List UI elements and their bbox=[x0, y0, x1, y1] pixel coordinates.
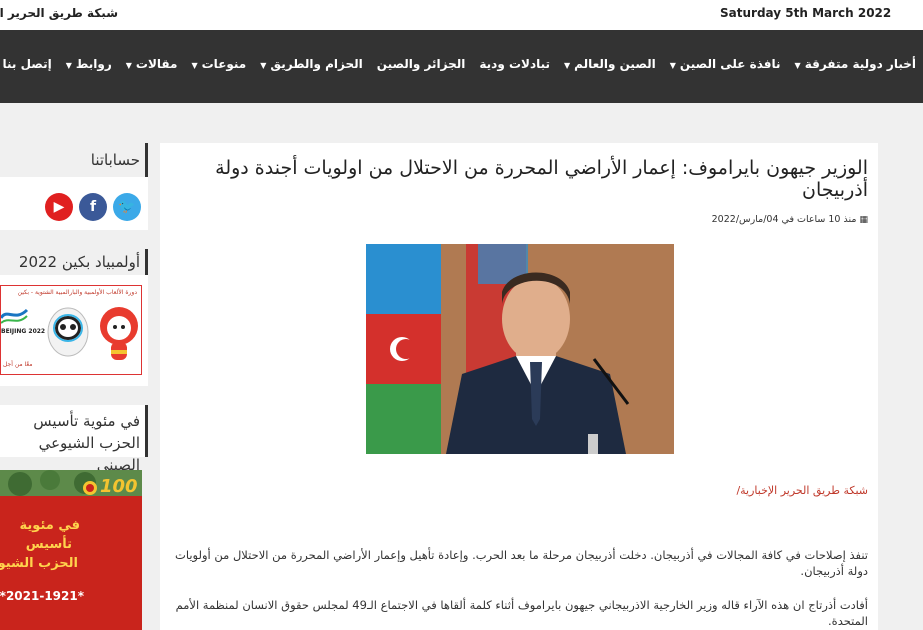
cpc-banner-line3: الحزب الشيوعي الصيني bbox=[0, 556, 78, 571]
bing-dwen-dwen-mascot-icon bbox=[47, 307, 89, 357]
twitter-icon[interactable]: 🐦 bbox=[113, 193, 141, 221]
article-paragraph: تنفذ إصلاحات في كافة المجالات في أذربيجا… bbox=[175, 548, 868, 578]
nav-item-label: الحزام والطريق bbox=[270, 57, 363, 71]
nav-item-label: الصين والعالم bbox=[574, 57, 656, 71]
youtube-icon[interactable]: ▶ bbox=[45, 193, 73, 221]
sidebar-cpc-title: في مئوية تأسيس الحزب الشيوعي الصيني bbox=[0, 405, 148, 474]
caret-down-icon: ▼ bbox=[564, 61, 571, 70]
caret-down-icon: ▼ bbox=[669, 61, 676, 70]
cpc-banner-line2: تأسيس bbox=[25, 537, 72, 552]
nav-item[interactable]: الجزائر والصين bbox=[370, 57, 473, 71]
nav-item-label: الجزائر والصين bbox=[376, 57, 466, 71]
nav-item-label: إتصل بنا bbox=[2, 57, 52, 71]
caret-down-icon: ▼ bbox=[65, 61, 72, 70]
nav-item[interactable]: تبادلات ودية bbox=[472, 57, 557, 71]
olympics-banner-footer: معًا من أجل bbox=[3, 361, 33, 368]
main-nav: أخبار دولية متفرقة▼ نافذة على الصين▼ الصين… bbox=[0, 30, 923, 103]
olympics-banner[interactable]: دورة الألعاب الأولمبية والبارالمبية الشت… bbox=[0, 285, 142, 375]
nav-items: أخبار دولية متفرقة▼ نافذة على الصين▼ الصين… bbox=[0, 57, 923, 71]
sidebar-accounts-title: حساباتنا bbox=[0, 143, 148, 177]
nav-item[interactable]: منوعات▼ bbox=[184, 57, 253, 71]
caret-down-icon: ▼ bbox=[794, 61, 801, 70]
article-source: شبكة طريق الحرير الإخبارية/ bbox=[736, 484, 868, 497]
facebook-icon[interactable]: f bbox=[79, 193, 107, 221]
nav-item[interactable]: إتصل بنا bbox=[0, 57, 59, 71]
nav-item[interactable]: الصين والعالم▼ bbox=[557, 57, 663, 71]
calendar-icon: ▦ bbox=[859, 215, 868, 225]
centenary-badge: 100 bbox=[100, 476, 138, 497]
sidebar-accounts: حساباتنا 🐦 f ▶ bbox=[0, 143, 148, 230]
nav-item-label: أخبار دولية متفرقة bbox=[804, 57, 916, 71]
olympics-banner-heading: دورة الألعاب الأولمبية والبارالمبية الشت… bbox=[17, 289, 137, 296]
nav-item[interactable]: مقالات▼ bbox=[119, 57, 185, 71]
article-panel: الوزير جيهون بايراموف: إعمار الأراضي الم… bbox=[160, 143, 878, 630]
shuey-rhon-rhon-mascot-icon bbox=[100, 307, 138, 360]
cpc-banner-line1: في مئوية bbox=[19, 518, 80, 533]
caret-down-icon: ▼ bbox=[125, 61, 132, 70]
nav-item-label: تبادلات ودية bbox=[479, 57, 551, 71]
nav-item-label: نافذة على الصين bbox=[679, 57, 781, 71]
sidebar-olympics-title: أولمبياد بكين 2022 bbox=[0, 249, 148, 275]
header-date: Saturday 5th March 2022 bbox=[720, 6, 892, 20]
social-links: 🐦 f ▶ bbox=[45, 193, 141, 221]
sidebar-cpc: في مئوية تأسيس الحزب الشيوعي الصيني 100 … bbox=[0, 405, 148, 630]
olympics-logo-text: BEIJING 2022 bbox=[1, 328, 46, 335]
nav-item-label: روابط bbox=[75, 57, 112, 71]
top-bar: Saturday 5th March 2022 شبكة طريق الحرير… bbox=[0, 0, 923, 30]
article-title[interactable]: الوزير جيهون بايراموف: إعمار الأراضي الم… bbox=[208, 157, 868, 201]
party-emblem-icon bbox=[83, 481, 97, 495]
nav-item[interactable]: روابط▼ bbox=[59, 57, 119, 71]
beijing-logo-icon bbox=[1, 308, 29, 324]
cpc-banner[interactable]: 100 في مئوية تأسيس الحزب الشيوعي الصيني … bbox=[0, 470, 142, 630]
sidebar-olympics: أولمبياد بكين 2022 دورة الألعاب الأولمبي… bbox=[0, 249, 148, 386]
caret-down-icon: ▼ bbox=[191, 61, 198, 70]
nav-item[interactable]: نافذة على الصين▼ bbox=[663, 57, 788, 71]
nav-item[interactable]: الحزام والطريق▼ bbox=[253, 57, 370, 71]
article-paragraph: أفادت أذرتاج ان هذه الآراء قاله وزير الخ… bbox=[175, 598, 868, 628]
minister-portrait-image bbox=[366, 244, 674, 454]
nav-item[interactable]: أخبار دولية متفرقة▼ bbox=[788, 57, 923, 71]
site-name[interactable]: شبكة طريق الحرير الصينية bbox=[0, 6, 118, 20]
nav-item-label: منوعات bbox=[201, 57, 247, 71]
cpc-banner-years: *2021-1921* bbox=[0, 589, 84, 603]
article-date: منذ 10 ساعات في 04/مارس/2022 bbox=[711, 214, 857, 225]
article-photo bbox=[366, 244, 674, 454]
nav-item-label: مقالات bbox=[135, 57, 178, 71]
caret-down-icon: ▼ bbox=[260, 61, 267, 70]
article-meta: ▦ منذ 10 ساعات في 04/مارس/2022 bbox=[712, 214, 868, 225]
